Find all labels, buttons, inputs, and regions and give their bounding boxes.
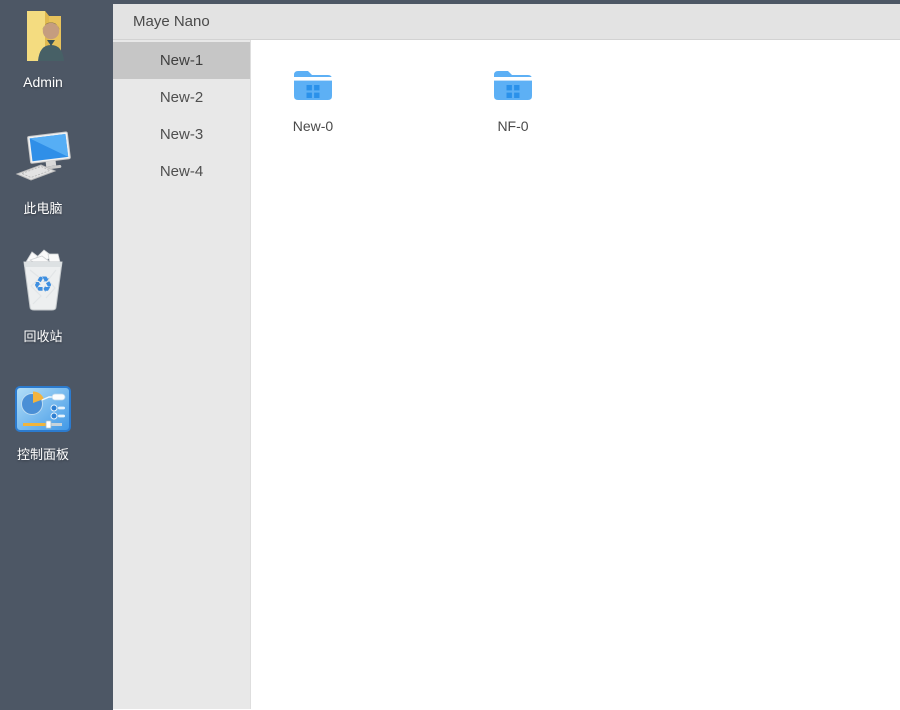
content-pane: New-0 NF-0: [251, 40, 900, 709]
folder-label: New-0: [293, 118, 333, 134]
desktop-icon-label: 此电脑: [23, 198, 62, 217]
control-panel-icon: [15, 386, 71, 437]
folder-label: NF-0: [497, 118, 528, 134]
desktop-icon-recycle-bin[interactable]: ♻ 回收站: [0, 248, 86, 345]
folder-icon: [291, 66, 335, 109]
tab-rail: New-1 New-2 New-3 New-4: [113, 40, 251, 709]
window-title: Maye Nano: [133, 13, 210, 30]
desktop-icon-this-pc[interactable]: 此电脑: [0, 130, 86, 217]
user-folder-icon: [18, 8, 68, 67]
desktop-icon-admin[interactable]: Admin: [0, 8, 86, 90]
tab-new-4[interactable]: New-4: [113, 153, 250, 190]
desktop-icon-label: Admin: [23, 74, 63, 90]
svg-text:♻: ♻: [33, 273, 53, 298]
tab-new-2[interactable]: New-2: [113, 79, 250, 116]
computer-icon: [14, 130, 72, 191]
folder-icon: [491, 66, 535, 109]
window-titlebar[interactable]: Maye Nano: [113, 4, 900, 40]
recycle-bin-icon: ♻: [16, 248, 70, 319]
tab-new-1[interactable]: New-1: [113, 42, 250, 79]
tab-new-3[interactable]: New-3: [113, 116, 250, 153]
desktop-icon-label: 控制面板: [17, 444, 69, 463]
desktop-icon-label: 回收站: [23, 326, 62, 345]
window-body: New-1 New-2 New-3 New-4 New-0: [113, 40, 900, 709]
maye-nano-window: Maye Nano New-1 New-2 New-3 New-4: [113, 4, 900, 710]
folder-item-new-0[interactable]: New-0: [268, 66, 358, 134]
desktop-icon-control-panel[interactable]: 控制面板: [0, 386, 86, 463]
desktop-sidebar: Admin 此电脑: [0, 0, 113, 710]
folder-item-nf-0[interactable]: NF-0: [468, 66, 558, 134]
